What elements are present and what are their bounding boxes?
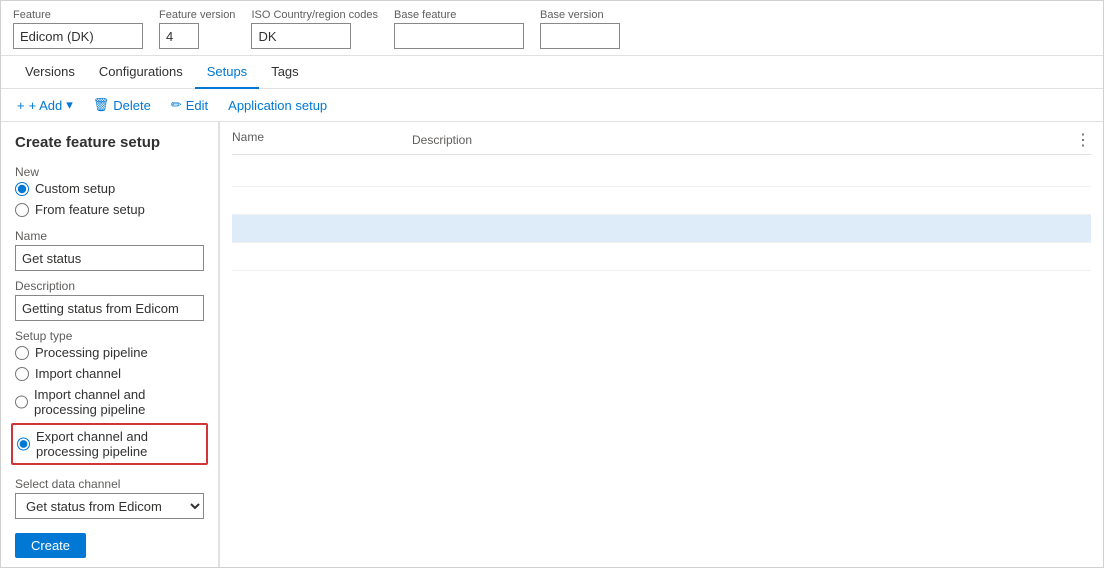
setup-type-radio-group: Processing pipeline Import channel Impor… — [15, 345, 204, 465]
export-channel-processing-label: Export channel and processing pipeline — [36, 429, 202, 459]
edit-icon: ✏ — [171, 97, 182, 113]
edit-label: Edit — [186, 98, 208, 113]
feature-version-group: Feature version — [159, 9, 235, 49]
processing-pipeline-option[interactable]: Processing pipeline — [15, 345, 204, 360]
name-label: Name — [15, 229, 204, 243]
base-feature-group: Base feature — [394, 9, 524, 49]
add-icon: + — [17, 98, 25, 113]
tab-versions[interactable]: Versions — [13, 56, 87, 89]
tab-setups[interactable]: Setups — [195, 56, 259, 89]
panel-title: Create feature setup — [15, 134, 204, 151]
add-label: + Add — [29, 98, 63, 113]
delete-icon: 🗑 — [93, 97, 110, 113]
base-feature-input[interactable] — [394, 23, 524, 49]
tabs-bar: Versions Configurations Setups Tags — [1, 56, 1103, 89]
feature-version-input[interactable] — [159, 23, 199, 49]
col-desc-header: Description ⋮ — [412, 130, 1091, 150]
name-input[interactable] — [15, 245, 204, 271]
table-row[interactable] — [232, 243, 1091, 271]
custom-setup-option[interactable]: Custom setup — [15, 181, 204, 196]
description-section: Description — [15, 279, 204, 321]
feature-input[interactable] — [13, 23, 143, 49]
delete-label: Delete — [113, 98, 151, 113]
iso-group: ISO Country/region codes — [251, 9, 378, 49]
table-row-selected[interactable] — [232, 215, 1091, 243]
base-version-label: Base version — [540, 9, 620, 21]
base-version-group: Base version — [540, 9, 620, 49]
chevron-down-icon: ▾ — [66, 97, 73, 113]
right-content: Name Description ⋮ — [220, 122, 1103, 567]
new-radio-group: Custom setup From feature setup — [15, 181, 204, 217]
from-feature-setup-label: From feature setup — [35, 202, 145, 217]
app-setup-button[interactable]: Application setup — [224, 96, 331, 115]
import-channel-processing-radio[interactable] — [15, 395, 28, 409]
new-section: New Custom setup From feature setup — [15, 165, 204, 221]
import-channel-processing-label: Import channel and processing pipeline — [34, 387, 204, 417]
description-label: Description — [15, 279, 204, 293]
top-bar: Feature Feature version ISO Country/regi… — [1, 1, 1103, 56]
col-name-header: Name — [232, 130, 412, 150]
import-channel-label: Import channel — [35, 366, 121, 381]
import-channel-processing-option[interactable]: Import channel and processing pipeline — [15, 387, 204, 417]
setup-type-section: Setup type Processing pipeline Import ch… — [15, 329, 204, 469]
delete-button[interactable]: 🗑 Delete — [89, 95, 155, 115]
select-data-channel-section: Select data channel Get status from Edic… — [15, 477, 204, 519]
create-button[interactable]: Create — [15, 533, 86, 558]
table-header: Name Description ⋮ — [232, 130, 1091, 155]
description-input[interactable] — [15, 295, 204, 321]
processing-pipeline-radio[interactable] — [15, 346, 29, 360]
create-feature-panel: Create feature setup New Custom setup Fr… — [1, 122, 219, 567]
custom-setup-radio[interactable] — [15, 182, 29, 196]
tab-tags[interactable]: Tags — [259, 56, 310, 89]
from-feature-setup-radio[interactable] — [15, 203, 29, 217]
import-channel-radio[interactable] — [15, 367, 29, 381]
more-icon[interactable]: ⋮ — [1075, 130, 1091, 150]
import-channel-option[interactable]: Import channel — [15, 366, 204, 381]
select-data-channel-dropdown[interactable]: Get status from Edicom — [15, 493, 204, 519]
new-label: New — [15, 165, 204, 179]
table-row[interactable] — [232, 187, 1091, 215]
table-area: Name Description ⋮ — [220, 122, 1103, 567]
feature-group: Feature — [13, 9, 143, 49]
iso-label: ISO Country/region codes — [251, 9, 378, 21]
iso-input[interactable] — [251, 23, 351, 49]
main-content: Create feature setup New Custom setup Fr… — [1, 122, 1103, 567]
base-feature-label: Base feature — [394, 9, 524, 21]
export-highlighted-box: Export channel and processing pipeline — [11, 423, 208, 465]
processing-pipeline-label: Processing pipeline — [35, 345, 148, 360]
feature-label: Feature — [13, 9, 143, 21]
export-channel-processing-radio[interactable] — [17, 437, 30, 451]
setup-type-label: Setup type — [15, 329, 204, 343]
from-feature-setup-option[interactable]: From feature setup — [15, 202, 204, 217]
custom-setup-label: Custom setup — [35, 181, 115, 196]
app-setup-label: Application setup — [228, 98, 327, 113]
table-rows — [232, 159, 1091, 271]
table-row[interactable] — [232, 159, 1091, 187]
add-button[interactable]: + + Add ▾ — [13, 95, 77, 115]
feature-version-label: Feature version — [159, 9, 235, 21]
base-version-input[interactable] — [540, 23, 620, 49]
tab-configurations[interactable]: Configurations — [87, 56, 195, 89]
edit-button[interactable]: ✏ Edit — [167, 95, 212, 115]
name-section: Name — [15, 229, 204, 271]
export-channel-processing-option[interactable]: Export channel and processing pipeline — [17, 429, 202, 459]
select-data-channel-label: Select data channel — [15, 477, 204, 491]
toolbar: + + Add ▾ 🗑 Delete ✏ Edit Application se… — [1, 89, 1103, 122]
